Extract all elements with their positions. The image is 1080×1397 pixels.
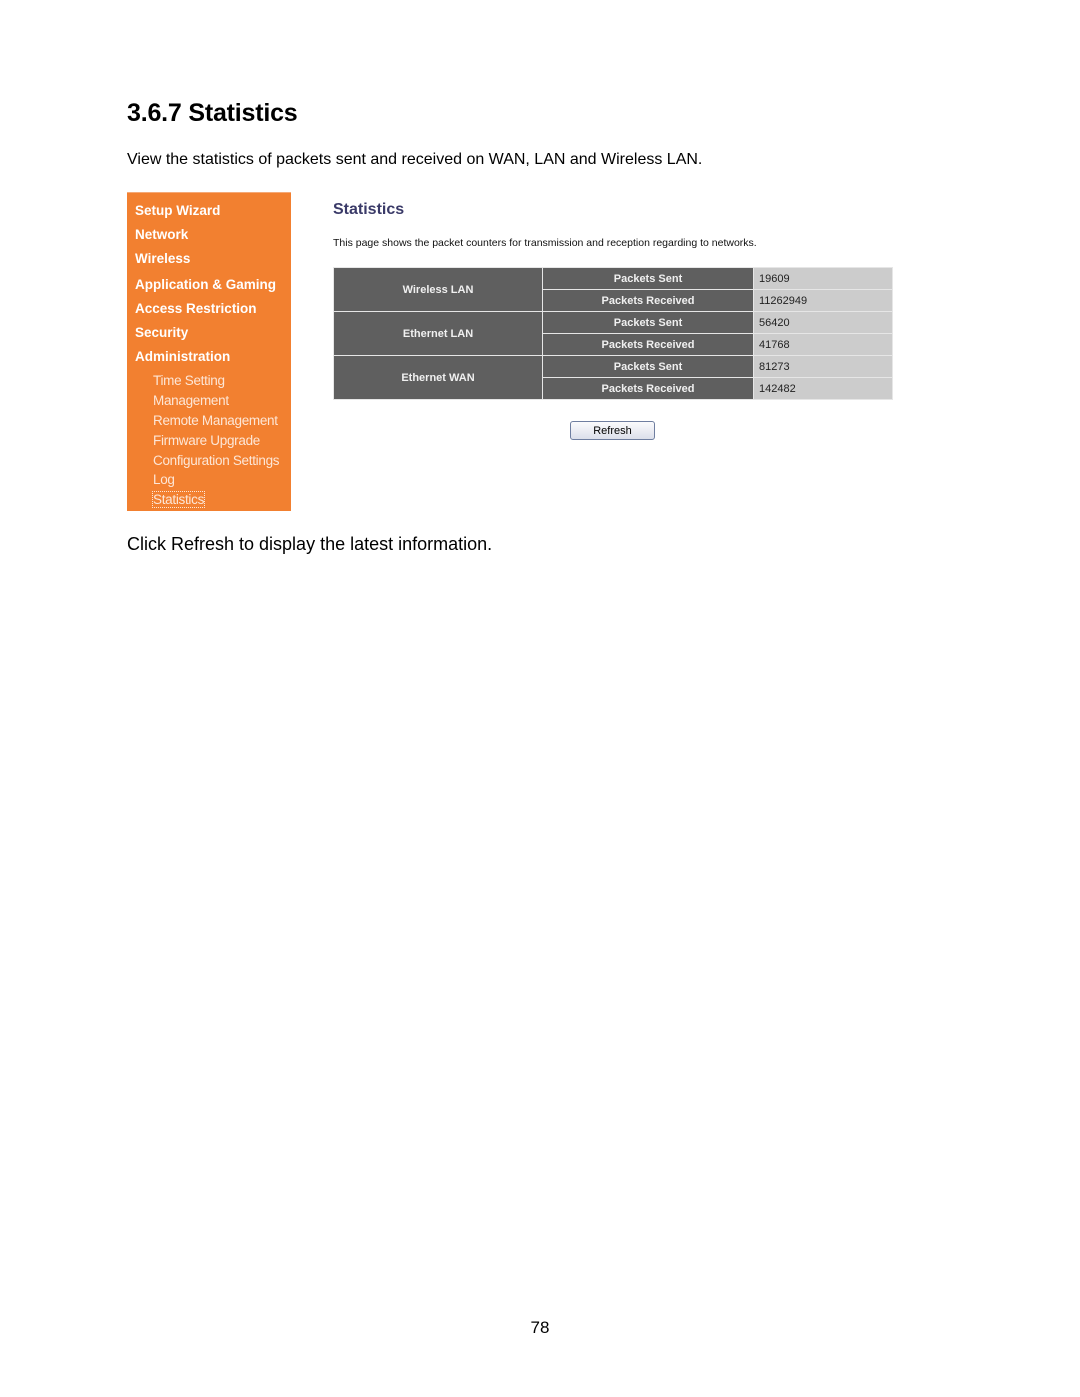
content-title: Statistics: [333, 201, 405, 218]
sidebar-subitem-time-setting[interactable]: Time Setting: [153, 373, 225, 388]
metric-label-cell: Packets Sent: [542, 311, 754, 334]
sidebar-subitem-management[interactable]: Management: [153, 393, 229, 408]
section-heading: 3.6.7 Statistics: [127, 99, 298, 127]
sidebar-item-setup-wizard[interactable]: Setup Wizard: [135, 203, 220, 218]
sidebar-item-application-gaming[interactable]: Application & Gaming: [135, 277, 276, 292]
content-description: This page shows the packet counters for …: [333, 237, 757, 249]
metric-label-cell: Packets Sent: [542, 355, 754, 378]
value-cell: 142482: [753, 377, 893, 400]
sidebar-subitem-log[interactable]: Log: [153, 472, 175, 487]
sidebar-item-network[interactable]: Network: [135, 227, 188, 242]
table-row: Ethernet WAN Packets Sent 81273: [333, 355, 893, 400]
sidebar-subitem-firmware-upgrade[interactable]: Firmware Upgrade: [153, 433, 260, 448]
intro-text: View the statistics of packets sent and …: [127, 151, 703, 168]
router-ui-screenshot: Setup Wizard Network Wireless Applicatio…: [127, 192, 897, 512]
statistics-table: Wireless LAN Packets Sent 19609 Packets …: [333, 267, 893, 400]
metric-label-cell: Packets Received: [542, 333, 754, 356]
metric-label-cell: Packets Sent: [542, 267, 754, 290]
metric-label-cell: Packets Received: [542, 377, 754, 400]
refresh-button[interactable]: Refresh: [570, 421, 655, 440]
sidebar-subitem-remote-management[interactable]: Remote Management: [153, 413, 278, 428]
page-number: 78: [530, 1318, 550, 1337]
value-cell: 56420: [753, 311, 893, 334]
sidebar-item-access-restriction[interactable]: Access Restriction: [135, 301, 257, 316]
network-name-cell: Ethernet LAN: [333, 311, 543, 356]
value-cell: 19609: [753, 267, 893, 290]
value-cell: 41768: [753, 333, 893, 356]
sidebar-menu: Setup Wizard Network Wireless Applicatio…: [127, 192, 291, 511]
sidebar-item-wireless[interactable]: Wireless: [135, 251, 190, 266]
sidebar-subitem-configuration-settings[interactable]: Configuration Settings: [153, 453, 280, 468]
table-row: Wireless LAN Packets Sent 19609: [333, 267, 893, 312]
table-row: Ethernet LAN Packets Sent 56420: [333, 311, 893, 356]
value-cell: 81273: [753, 355, 893, 378]
instruction-text: Click Refresh to display the latest info…: [127, 534, 493, 554]
value-cell: 11262949: [753, 289, 893, 312]
sidebar-subitem-statistics[interactable]: Statistics: [151, 491, 206, 508]
sidebar-item-security[interactable]: Security: [135, 325, 188, 340]
network-name-cell: Wireless LAN: [333, 267, 543, 312]
metric-label-cell: Packets Received: [542, 289, 754, 312]
sidebar-item-administration[interactable]: Administration: [135, 349, 230, 364]
network-name-cell: Ethernet WAN: [333, 355, 543, 400]
